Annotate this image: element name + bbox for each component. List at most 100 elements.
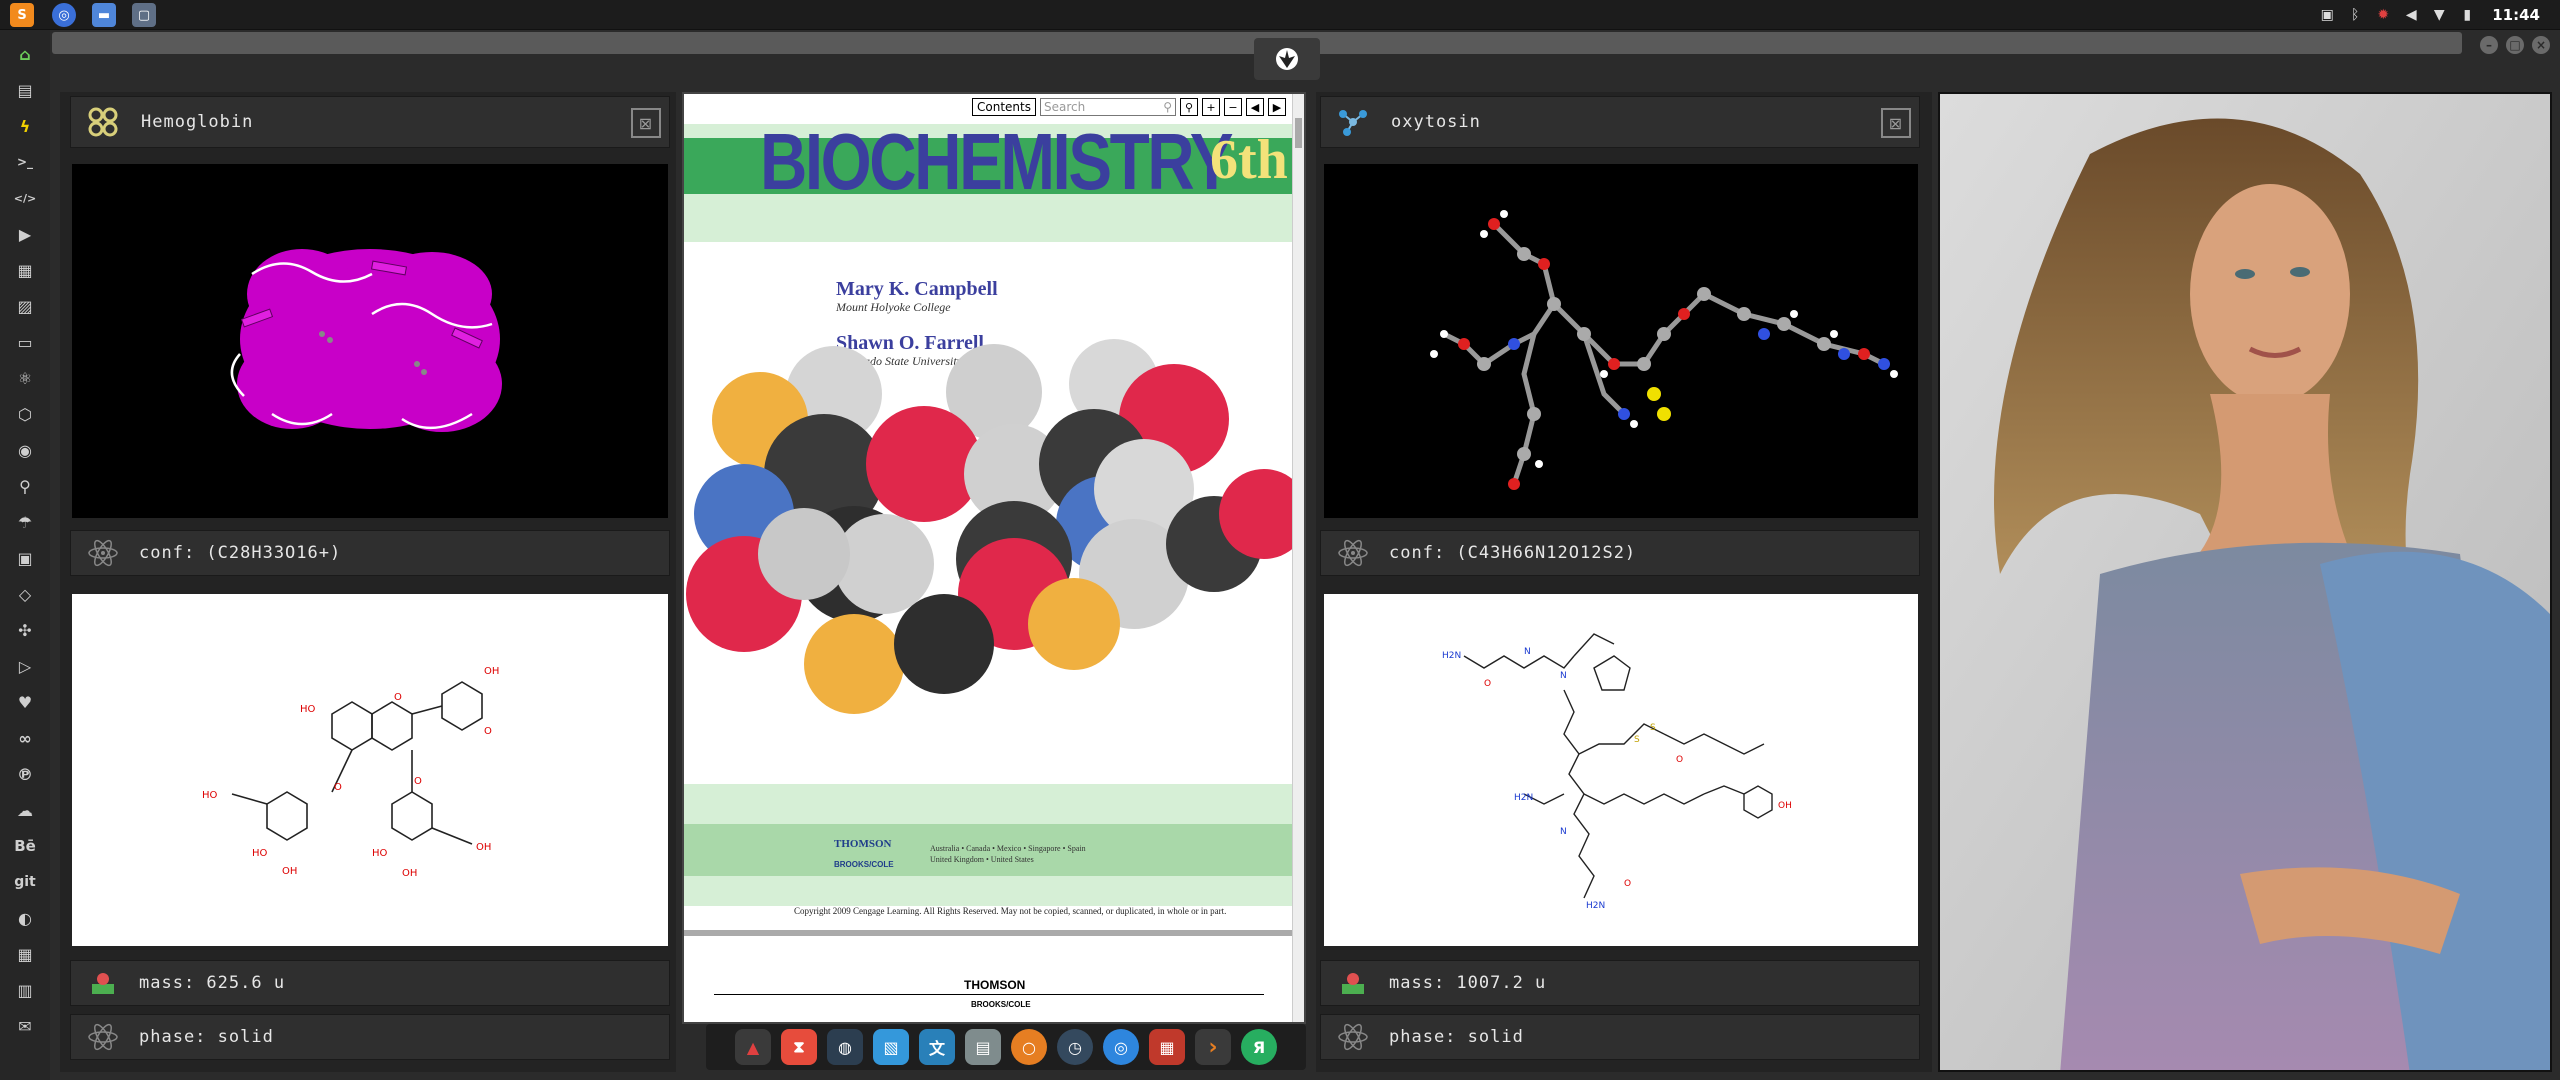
heart-icon[interactable]: ♥: [9, 684, 41, 720]
pinterest-icon[interactable]: ℗: [9, 756, 41, 792]
sublime-icon[interactable]: S: [10, 3, 34, 27]
structure-2d-view[interactable]: H2N O N N SS O N H2N OH H2N O: [1324, 594, 1918, 946]
mail-icon[interactable]: ✉: [9, 1008, 41, 1044]
lightning-icon[interactable]: ϟ: [9, 108, 41, 144]
docker-icon[interactable]: ▦: [9, 936, 41, 972]
atom-icon: [83, 1017, 123, 1057]
search-icon[interactable]: ⚲: [9, 468, 41, 504]
scale-icon: [83, 963, 123, 1003]
globe-icon[interactable]: ◉: [9, 432, 41, 468]
settings-icon[interactable]: ✹: [2374, 6, 2392, 24]
arch-icon[interactable]: ▲: [735, 1029, 771, 1065]
maximize-button[interactable]: □: [2506, 36, 2524, 54]
book-icon[interactable]: ▦: [9, 252, 41, 288]
atom-icon: [1333, 533, 1373, 573]
cover-publisher: THOMSON: [834, 838, 892, 850]
prev-page-icon[interactable]: ◀: [1246, 98, 1264, 116]
clock-icon[interactable]: ◷: [1057, 1029, 1093, 1065]
footer-publisher: THOMSON: [964, 978, 1026, 992]
clock[interactable]: 11:44: [2492, 6, 2540, 24]
pdf-viewer[interactable]: Contents Search ⚲ ⚲ + − ◀ ▶ BIOCHEMISTRY…: [682, 92, 1306, 1024]
hourglass-icon[interactable]: ⧗: [781, 1029, 817, 1065]
top-panel: S ◎ ▬ ▢ ▣ ᛒ ✹ ◀ ▼ ▮ 11:44: [0, 0, 2560, 30]
cloud-icon[interactable]: ☁: [9, 792, 41, 828]
cover-publisher-sub: BROOKS/COLE: [834, 860, 894, 869]
svg-text:S: S: [1634, 735, 1640, 745]
molecule-3d-view[interactable]: [1324, 164, 1918, 518]
close-button[interactable]: ×: [2532, 36, 2550, 54]
github-icon[interactable]: ◐: [9, 900, 41, 936]
svg-text:OH: OH: [282, 866, 297, 877]
contents-button[interactable]: Contents: [972, 98, 1036, 116]
slides-icon[interactable]: ▤: [965, 1029, 1001, 1065]
chrome-icon[interactable]: ◎: [52, 3, 76, 27]
svg-text:HO: HO: [372, 848, 388, 859]
umbrella-icon[interactable]: ☂: [9, 504, 41, 540]
bluetooth-icon[interactable]: ᛒ: [2346, 6, 2364, 24]
earth-icon[interactable]: ◍: [827, 1029, 863, 1065]
svg-text:N: N: [1560, 827, 1567, 837]
card-icon[interactable]: ▭: [9, 324, 41, 360]
yandex-icon[interactable]: Я: [1241, 1029, 1277, 1065]
calendar-icon[interactable]: ▦: [1149, 1029, 1185, 1065]
battery-icon[interactable]: ▮: [2458, 6, 2476, 24]
footer-publisher-sub: BROOKS/COLE: [971, 1000, 1031, 1009]
svg-text:OH: OH: [484, 666, 499, 677]
protein-3d-view[interactable]: [72, 164, 668, 518]
close-icon[interactable]: ⊠: [631, 108, 661, 138]
panel-header: oxytosin ⊠: [1320, 96, 1920, 148]
scrollbar-thumb[interactable]: [1295, 118, 1302, 148]
molecule-icon: [1333, 102, 1373, 142]
rebel-alliance-icon[interactable]: [1254, 38, 1320, 80]
photos-icon[interactable]: ▧: [873, 1029, 909, 1065]
svg-text:HO: HO: [300, 704, 316, 715]
phase-row: phase: solid: [70, 1014, 670, 1060]
svg-text:O: O: [1484, 679, 1491, 689]
map-icon[interactable]: ▥: [9, 972, 41, 1008]
svg-text:O: O: [334, 782, 342, 793]
copyright-notice: Copyright 2009 Cengage Learning. All Rig…: [794, 906, 1227, 916]
wifi-icon[interactable]: ▼: [2430, 6, 2448, 24]
zoom-out-icon[interactable]: −: [1224, 98, 1242, 116]
image-icon[interactable]: ▨: [9, 288, 41, 324]
close-icon[interactable]: ⊠: [1881, 108, 1911, 138]
folder-icon[interactable]: ▬: [92, 3, 116, 27]
hexagon-icon[interactable]: ⬡: [9, 396, 41, 432]
volume-icon[interactable]: ◀: [2402, 6, 2420, 24]
file-icon[interactable]: ▤: [9, 72, 41, 108]
diamond-icon[interactable]: ◇: [9, 576, 41, 612]
translate-icon[interactable]: 文: [919, 1029, 955, 1065]
phase-row: phase: solid: [1320, 1014, 1920, 1060]
zoom-fit-icon[interactable]: ⚲: [1180, 98, 1198, 116]
atom-icon[interactable]: ⚛: [9, 360, 41, 396]
svg-text:O: O: [1676, 755, 1683, 765]
page-separator: [684, 930, 1294, 936]
youtube-icon[interactable]: ▷: [9, 648, 41, 684]
launcher-icon[interactable]: ›: [1195, 1029, 1231, 1065]
next-page-icon[interactable]: ▶: [1268, 98, 1286, 116]
svg-text:HO: HO: [202, 790, 218, 801]
browser-icon[interactable]: ◎: [1103, 1029, 1139, 1065]
picture-icon[interactable]: ▣: [2318, 6, 2336, 24]
cover-places-1: Australia • Canada • Mexico • Singapore …: [930, 844, 1086, 853]
molecule-icon[interactable]: ✣: [9, 612, 41, 648]
window-icon[interactable]: ▢: [132, 3, 156, 27]
mass-label: mass: 1007.2 u: [1389, 973, 1547, 993]
contact-icon[interactable]: ▣: [9, 540, 41, 576]
magnifier-icon[interactable]: ○: [1011, 1029, 1047, 1065]
scale-icon: [1333, 963, 1373, 1003]
svg-text:O: O: [414, 776, 422, 787]
home-icon[interactable]: ⌂: [9, 36, 41, 72]
lastfm-icon[interactable]: ∞: [9, 720, 41, 756]
structure-2d-view[interactable]: O HO OH O HO OH HO HO OH OH O O: [72, 594, 668, 946]
pdf-search-input[interactable]: Search ⚲: [1040, 98, 1176, 116]
play-icon[interactable]: ▶: [9, 216, 41, 252]
zoom-in-icon[interactable]: +: [1202, 98, 1220, 116]
code-icon[interactable]: </>: [9, 180, 41, 216]
terminal-icon[interactable]: >_: [9, 144, 41, 180]
git-icon[interactable]: git: [9, 864, 41, 900]
pdf-scrollbar[interactable]: [1292, 94, 1304, 1022]
svg-text:O: O: [394, 692, 402, 703]
behance-icon[interactable]: Bē: [9, 828, 41, 864]
minimize-button[interactable]: –: [2480, 36, 2498, 54]
